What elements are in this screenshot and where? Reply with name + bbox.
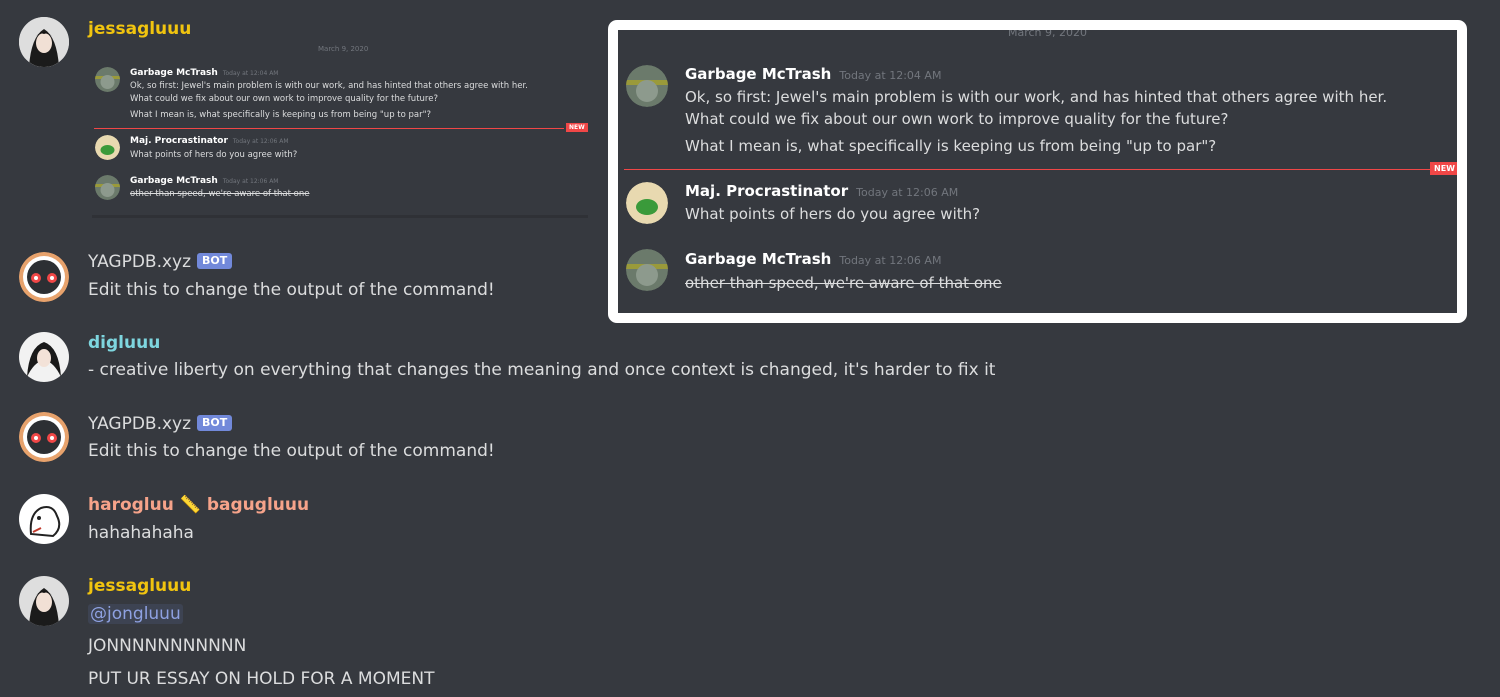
message-line: What points of hers do you agree with?	[130, 150, 298, 160]
avatar-garbage-mctrash	[626, 249, 668, 291]
avatar-jessagluuu[interactable]	[19, 17, 69, 67]
user-mention[interactable]: @jongluuu	[88, 604, 183, 624]
avatar-image	[19, 576, 69, 626]
avatar-image	[19, 494, 69, 544]
message-line: What could we fix about our own work to …	[685, 110, 1229, 128]
avatar-garbage-mctrash	[95, 67, 120, 92]
new-messages-divider	[624, 169, 1434, 170]
avatar-harogluu[interactable]	[19, 494, 69, 544]
message-3: digluuu - creative liberty on everything…	[0, 320, 1500, 390]
message-5: harogluu 📏 bagugluuu hahahahaha	[0, 482, 1500, 552]
message-line: other than speed, we're aware of that on…	[130, 189, 310, 199]
avatar-image	[19, 17, 69, 67]
avatar-maj-procrastinator	[95, 135, 120, 160]
scroll-divider	[92, 215, 588, 218]
avatar-garbage-mctrash	[626, 65, 668, 107]
author-name: Garbage McTrash Today at 12:04 AM	[685, 65, 942, 83]
avatar-jessagluuu[interactable]	[19, 576, 69, 626]
message-line: What I mean is, what specifically is kee…	[685, 137, 1217, 155]
avatar-garbage-mctrash	[95, 175, 120, 200]
embedded-screenshot-small[interactable]: March 9, 2020 Garbage McTrash Today at 12…	[88, 40, 588, 225]
message-line: What I mean is, what specifically is kee…	[130, 110, 432, 120]
ruler-icon: 📏	[179, 495, 201, 515]
author-name: Maj. Procrastinator Today at 12:06 AM	[685, 182, 959, 200]
username[interactable]: YAGPDB.xyz BOT	[88, 414, 233, 434]
new-tag: NEW	[566, 123, 588, 132]
username[interactable]: digluuu	[88, 333, 160, 353]
username[interactable]: jessagluuu	[88, 576, 191, 596]
author-name: Garbage McTrash Today at 12:06 AM	[130, 176, 279, 186]
new-tag: NEW	[1430, 162, 1457, 175]
username[interactable]: harogluu 📏 bagugluuu	[88, 495, 309, 515]
message-line: What could we fix about our own work to …	[130, 94, 438, 104]
message-text: - creative liberty on everything that ch…	[88, 360, 996, 380]
message-line: Ok, so first: Jewel's main problem is wi…	[130, 81, 528, 91]
avatar-digluuu[interactable]	[19, 332, 69, 382]
bot-avatar-image	[19, 252, 69, 302]
author-name: Garbage McTrash Today at 12:04 AM	[130, 68, 279, 78]
username[interactable]: YAGPDB.xyz BOT	[88, 252, 233, 272]
bot-avatar-image	[19, 412, 69, 462]
message-line: other than speed, we're aware of that on…	[685, 274, 1002, 292]
avatar-yagpdb[interactable]	[19, 252, 69, 302]
message-6: jessagluuu @jongluuu JONNNNNNNNNNN PUT U…	[0, 564, 1500, 697]
author-name: Garbage McTrash Today at 12:06 AM	[685, 250, 942, 268]
embedded-screenshot-content: March 9, 2020 Garbage McTrash Today at 12…	[618, 30, 1457, 313]
message-text: JONNNNNNNNNNN	[88, 636, 247, 656]
avatar-maj-procrastinator	[626, 182, 668, 224]
date-divider: March 9, 2020	[318, 45, 369, 53]
embedded-screenshot-large[interactable]: March 9, 2020 Garbage McTrash Today at 12…	[608, 20, 1467, 323]
username[interactable]: jessagluuu	[88, 19, 191, 39]
avatar-image	[19, 332, 69, 382]
message-text: Edit this to change the output of the co…	[88, 441, 495, 461]
avatar-yagpdb[interactable]	[19, 412, 69, 462]
bot-badge: BOT	[197, 415, 233, 431]
author-name: Maj. Procrastinator Today at 12:06 AM	[130, 136, 289, 146]
message-line: Ok, so first: Jewel's main problem is wi…	[685, 88, 1388, 106]
message-text: Edit this to change the output of the co…	[88, 280, 495, 300]
message-4: YAGPDB.xyz BOT Edit this to change the ou…	[0, 400, 1500, 470]
date-divider: March 9, 2020	[1008, 30, 1088, 39]
message-text: PUT UR ESSAY ON HOLD FOR A MOMENT	[88, 669, 435, 689]
bot-badge: BOT	[197, 253, 233, 269]
message-line: What points of hers do you agree with?	[685, 205, 981, 223]
new-messages-divider	[94, 128, 564, 129]
message-text: hahahahaha	[88, 523, 194, 543]
mention-line: @jongluuu	[88, 604, 183, 624]
